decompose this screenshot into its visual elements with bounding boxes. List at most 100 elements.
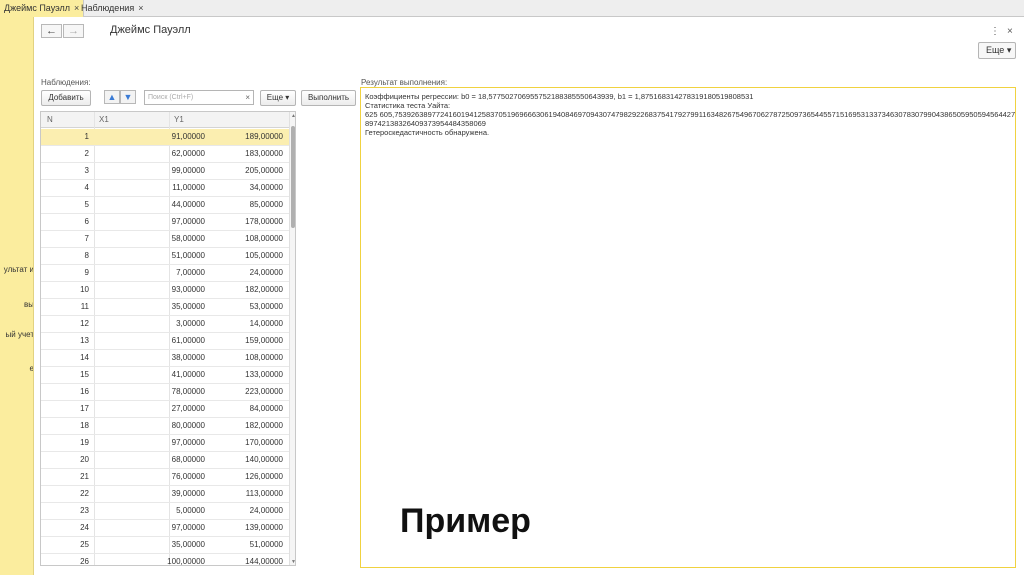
- table-row[interactable]: 23 5,00000 24,00000: [41, 503, 289, 520]
- table-row[interactable]: 15 41,00000 133,00000: [41, 367, 289, 384]
- table-row[interactable]: 3 99,00000 205,00000: [41, 163, 289, 180]
- more-button[interactable]: Еще ▾: [978, 42, 1016, 59]
- cell-y1: 182,00000: [245, 285, 283, 294]
- cell-n: 10: [80, 285, 89, 294]
- cell-n: 18: [80, 421, 89, 430]
- arrow-up-icon: ▲: [107, 92, 117, 102]
- more-button[interactable]: Еще ▾: [260, 90, 296, 106]
- table-row[interactable]: 4 11,00000 34,00000: [41, 180, 289, 197]
- cell-n: 11: [80, 302, 89, 311]
- result-line: Статистика теста Уайта:: [365, 101, 451, 110]
- cell-y1: 178,00000: [245, 217, 283, 226]
- table-row[interactable]: 19 97,00000 170,00000: [41, 435, 289, 452]
- scroll-down-icon[interactable]: ▼: [290, 559, 295, 565]
- table-row[interactable]: 13 61,00000 159,00000: [41, 333, 289, 350]
- table-row[interactable]: 10 93,00000 182,00000: [41, 282, 289, 299]
- cell-y1: 53,00000: [249, 302, 283, 311]
- tab-label: Джеймс Пауэлл: [4, 3, 71, 13]
- table-row[interactable]: 2 62,00000 183,00000: [41, 146, 289, 163]
- table-row[interactable]: 9 7,00000 24,00000: [41, 265, 289, 282]
- result-textarea[interactable]: Коэффициенты регрессии: b0 = 18,57750270…: [360, 87, 1016, 568]
- table-row[interactable]: 5 44,00000 85,00000: [41, 197, 289, 214]
- arrow-left-icon: ←: [46, 25, 57, 37]
- cell-n: 4: [84, 183, 89, 192]
- cell-y1: 24,00000: [249, 506, 283, 515]
- table-row[interactable]: 18 80,00000 182,00000: [41, 418, 289, 435]
- table-row[interactable]: 17 27,00000 84,00000: [41, 401, 289, 418]
- add-button[interactable]: Добавить: [41, 90, 91, 106]
- cell-x1: 3,00000: [176, 319, 205, 328]
- sidebar-item[interactable]: е: [0, 364, 33, 373]
- column-header-n[interactable]: N: [47, 115, 53, 124]
- column-header-y1[interactable]: Y1: [174, 115, 184, 124]
- search-input[interactable]: Поиск (Ctrl+F) ×: [144, 90, 254, 105]
- cell-x1: 35,00000: [171, 540, 205, 549]
- arrow-right-icon: →: [68, 25, 79, 37]
- cell-y1: 34,00000: [249, 183, 283, 192]
- run-button[interactable]: Выполнить: [301, 90, 356, 106]
- menu-icon[interactable]: ⋮: [990, 26, 1000, 37]
- cell-x1: 41,00000: [171, 370, 205, 379]
- table-row[interactable]: 14 38,00000 108,00000: [41, 350, 289, 367]
- cell-x1: 7,00000: [176, 268, 205, 277]
- cell-y1: 183,00000: [245, 149, 283, 158]
- cell-x1: 100,00000: [167, 557, 205, 566]
- sidebar-item[interactable]: ультат и: [0, 265, 33, 274]
- close-icon[interactable]: ×: [1007, 26, 1013, 37]
- table-row[interactable]: 24 97,00000 139,00000: [41, 520, 289, 537]
- table-header: N X1 Y1: [41, 112, 289, 128]
- result-line: 625 605,75392638977241601941258370519696…: [365, 110, 1016, 119]
- cell-n: 12: [80, 319, 89, 328]
- clear-icon[interactable]: ×: [245, 91, 250, 104]
- sidebar-item[interactable]: вы: [0, 300, 33, 309]
- scroll-up-icon[interactable]: ▲: [290, 113, 295, 119]
- table-row[interactable]: 12 3,00000 14,00000: [41, 316, 289, 333]
- table-row[interactable]: 25 35,00000 51,00000: [41, 537, 289, 554]
- table-row[interactable]: 7 58,00000 108,00000: [41, 231, 289, 248]
- cell-n: 8: [84, 251, 89, 260]
- arrow-down-icon: ▼: [123, 92, 133, 102]
- cell-x1: 97,00000: [171, 217, 205, 226]
- close-icon[interactable]: ×: [138, 3, 143, 13]
- table-row[interactable]: 6 97,00000 178,00000: [41, 214, 289, 231]
- forward-button[interactable]: →: [63, 24, 84, 38]
- table-row[interactable]: 8 51,00000 105,00000: [41, 248, 289, 265]
- cell-y1: 51,00000: [249, 540, 283, 549]
- cell-x1: 68,00000: [171, 455, 205, 464]
- table-row[interactable]: 22 39,00000 113,00000: [41, 486, 289, 503]
- observations-label: Наблюдения:: [41, 78, 91, 87]
- cell-n: 6: [84, 217, 89, 226]
- cell-y1: 24,00000: [249, 268, 283, 277]
- cell-n: 5: [84, 200, 89, 209]
- back-button[interactable]: ←: [41, 24, 62, 38]
- cell-n: 9: [84, 268, 89, 277]
- cell-x1: 97,00000: [171, 523, 205, 532]
- table-row[interactable]: 21 76,00000 126,00000: [41, 469, 289, 486]
- cell-x1: 78,00000: [171, 387, 205, 396]
- cell-y1: 223,00000: [245, 387, 283, 396]
- move-up-button[interactable]: ▲: [104, 90, 120, 104]
- table-row[interactable]: 16 78,00000 223,00000: [41, 384, 289, 401]
- table-row[interactable]: 26 100,00000 144,00000: [41, 554, 289, 566]
- table-row[interactable]: 20 68,00000 140,00000: [41, 452, 289, 469]
- cell-n: 2: [84, 149, 89, 158]
- column-header-x1[interactable]: X1: [99, 115, 109, 124]
- observations-table: N X1 Y1 1 91,00000 189,00000 2 62,00000 183,0…: [40, 111, 296, 566]
- cell-x1: 58,00000: [171, 234, 205, 243]
- table-row[interactable]: 11 35,00000 53,00000: [41, 299, 289, 316]
- tab-observations[interactable]: Наблюдения ×: [77, 0, 147, 17]
- cell-y1: 170,00000: [245, 438, 283, 447]
- cell-n: 1: [84, 132, 89, 141]
- scrollbar[interactable]: ▲ ▼: [289, 112, 295, 565]
- result-line: Гетероскедастичность обнаружена.: [365, 128, 490, 137]
- scrollbar-thumb[interactable]: [291, 126, 295, 228]
- cell-x1: 11,00000: [172, 183, 205, 192]
- cell-n: 21: [80, 472, 89, 481]
- tab-james-powell[interactable]: Джеймс Пауэлл ×: [0, 0, 85, 17]
- sidebar-item[interactable]: ый учет: [0, 330, 33, 339]
- table-row[interactable]: 1 91,00000 189,00000: [41, 129, 289, 146]
- cell-y1: 84,00000: [249, 404, 283, 413]
- move-down-button[interactable]: ▼: [120, 90, 136, 104]
- cell-n: 15: [80, 370, 89, 379]
- cell-x1: 35,00000: [171, 302, 205, 311]
